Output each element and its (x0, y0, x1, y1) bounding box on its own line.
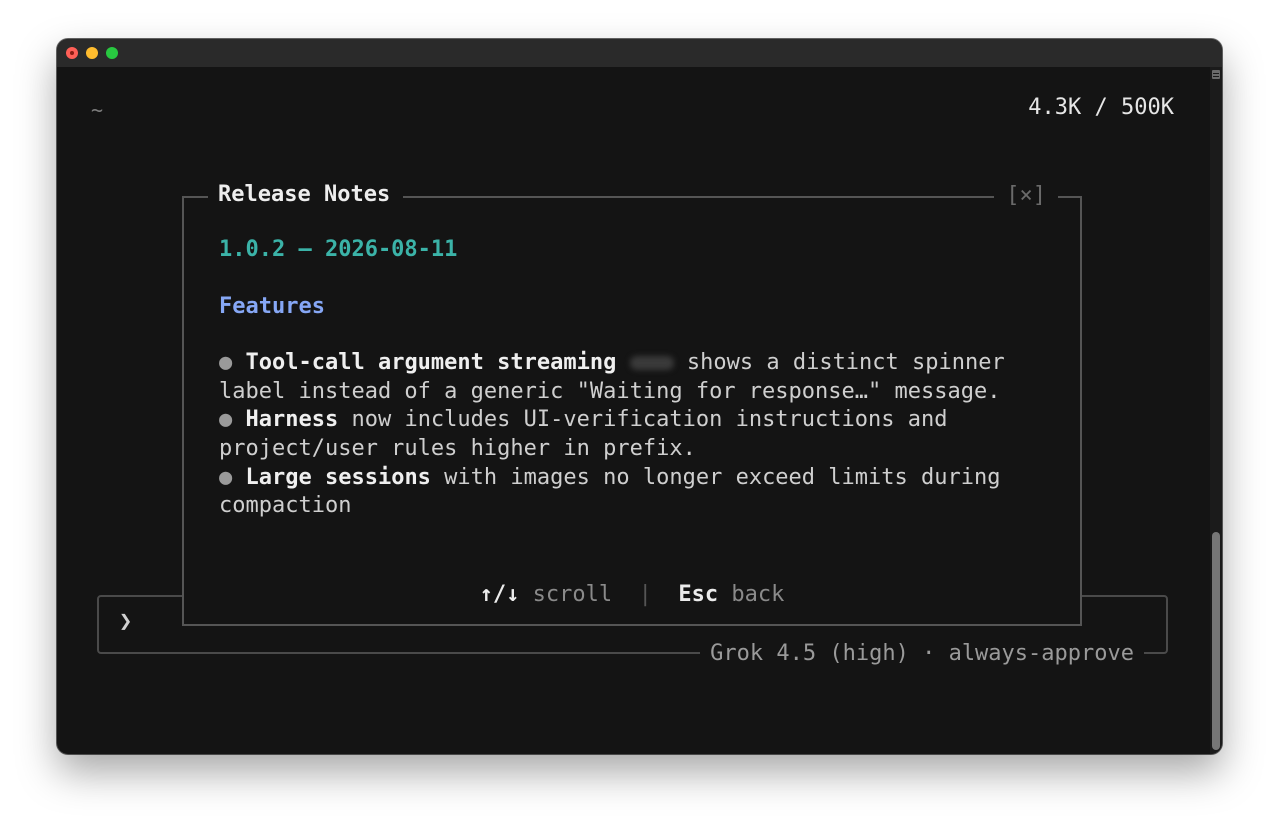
dialog-close-button[interactable]: [×] (994, 183, 1058, 208)
note-title: Tool-call argument streaming (245, 350, 617, 376)
list-item: ● Large sessions with images no longer e… (219, 464, 1059, 521)
token-usage: 4.3K / 500K (1028, 95, 1174, 120)
bullet-icon: ● (219, 407, 233, 433)
list-item: ● Harness now includes UI-verification i… (219, 406, 1059, 463)
scroll-key-hint: ↑/↓ (479, 582, 520, 607)
minimize-window-button[interactable] (86, 47, 98, 59)
note-title: Large sessions (245, 464, 431, 490)
zoom-window-button[interactable] (106, 47, 118, 59)
prompt-chevron-icon: ❯ (119, 609, 133, 634)
release-notes-body: 1.0.2 — 2026-08-11 Features ● Tool-call … (219, 236, 1059, 521)
release-notes-dialog: Release Notes [×] 1.0.2 — 2026-08-11 Fea… (182, 182, 1082, 626)
close-window-button[interactable] (66, 47, 78, 59)
dialog-footer: ↑/↓ scroll | Esc back (184, 582, 1080, 607)
redacted-text (629, 356, 674, 371)
version-heading: 1.0.2 — 2026-08-11 (219, 237, 458, 262)
release-notes-list: ● Tool-call argument streaming shows a d… (219, 349, 1059, 521)
section-heading: Features (219, 293, 325, 319)
dialog-title: Release Notes (208, 182, 404, 207)
model-status: Grok 4.5 (high) · always-approve (700, 641, 1144, 666)
scrollbar-thumb[interactable] (1212, 532, 1220, 750)
note-title: Harness (245, 407, 339, 433)
menu-icon[interactable] (1212, 70, 1220, 79)
footer-separator: | (638, 582, 652, 607)
bullet-icon: ● (219, 464, 233, 490)
terminal-window: ~ 4.3K / 500K ❯ Grok 4.5 (high) · always… (57, 39, 1222, 754)
back-label: back (731, 582, 785, 607)
current-directory: ~ (91, 98, 104, 122)
bullet-icon: ● (219, 350, 233, 376)
list-item: ● Tool-call argument streaming shows a d… (219, 349, 1059, 406)
scroll-label: scroll (532, 582, 613, 607)
esc-key-hint: Esc (678, 582, 719, 607)
title-bar (57, 39, 1222, 67)
